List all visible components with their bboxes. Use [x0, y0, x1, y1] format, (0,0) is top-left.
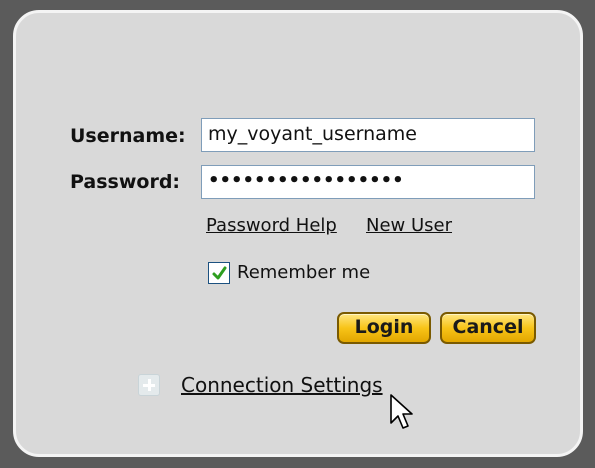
password-label: Password: [70, 171, 181, 193]
checkmark-icon [212, 266, 227, 280]
remember-me-label: Remember me [237, 262, 371, 283]
login-button[interactable]: Login [337, 312, 431, 344]
connection-settings-link[interactable]: Connection Settings [181, 372, 383, 398]
username-label: Username: [70, 125, 186, 147]
new-user-link[interactable]: New User [366, 214, 452, 238]
password-field[interactable]: ••••••••••••••••• [201, 165, 535, 199]
window-frame: Username: my_voyant_username Password: •… [0, 0, 595, 468]
plus-icon[interactable] [138, 374, 160, 396]
remember-me-checkbox[interactable] [208, 262, 230, 284]
password-help-link[interactable]: Password Help [206, 214, 337, 238]
username-field[interactable]: my_voyant_username [201, 118, 535, 152]
cancel-button[interactable]: Cancel [440, 312, 536, 344]
mouse-pointer-icon [390, 394, 413, 429]
